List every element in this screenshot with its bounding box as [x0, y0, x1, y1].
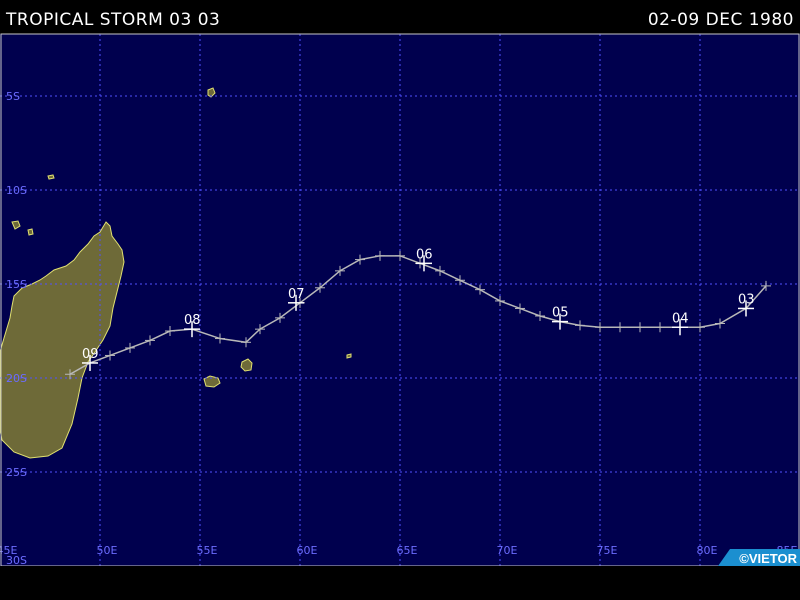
credit-badge: ©VIETOR	[718, 549, 800, 566]
credit-text: ©VIETOR	[739, 551, 797, 566]
latitude-label: 20S	[6, 372, 27, 385]
latitude-label: 15S	[6, 278, 27, 291]
latitude-label: 25S	[6, 466, 27, 479]
day-label: 06	[416, 247, 433, 262]
day-label: 03	[738, 292, 755, 307]
day-label: 05	[552, 306, 569, 321]
footer-bar	[0, 566, 800, 600]
comoros-island-2	[27, 228, 34, 236]
longitude-label: 60E	[297, 544, 318, 557]
latitude-label: 5S	[6, 90, 20, 103]
day-label: 09	[82, 347, 99, 362]
longitude-label: 55E	[197, 544, 218, 557]
track-map: 45E50E55E60E65E70E75E80E85E5S10S15S20S25…	[0, 33, 800, 567]
day-label: 07	[288, 287, 305, 302]
day-label: 04	[672, 311, 689, 326]
longitude-label: 75E	[597, 544, 618, 557]
rodrigues-island	[346, 353, 352, 359]
day-label: 08	[184, 313, 201, 328]
longitude-label: 65E	[397, 544, 418, 557]
small-island	[47, 174, 55, 180]
latitude-label: 10S	[6, 184, 27, 197]
longitude-label: 50E	[97, 544, 118, 557]
longitude-label: 80E	[697, 544, 718, 557]
longitude-label: 70E	[497, 544, 518, 557]
